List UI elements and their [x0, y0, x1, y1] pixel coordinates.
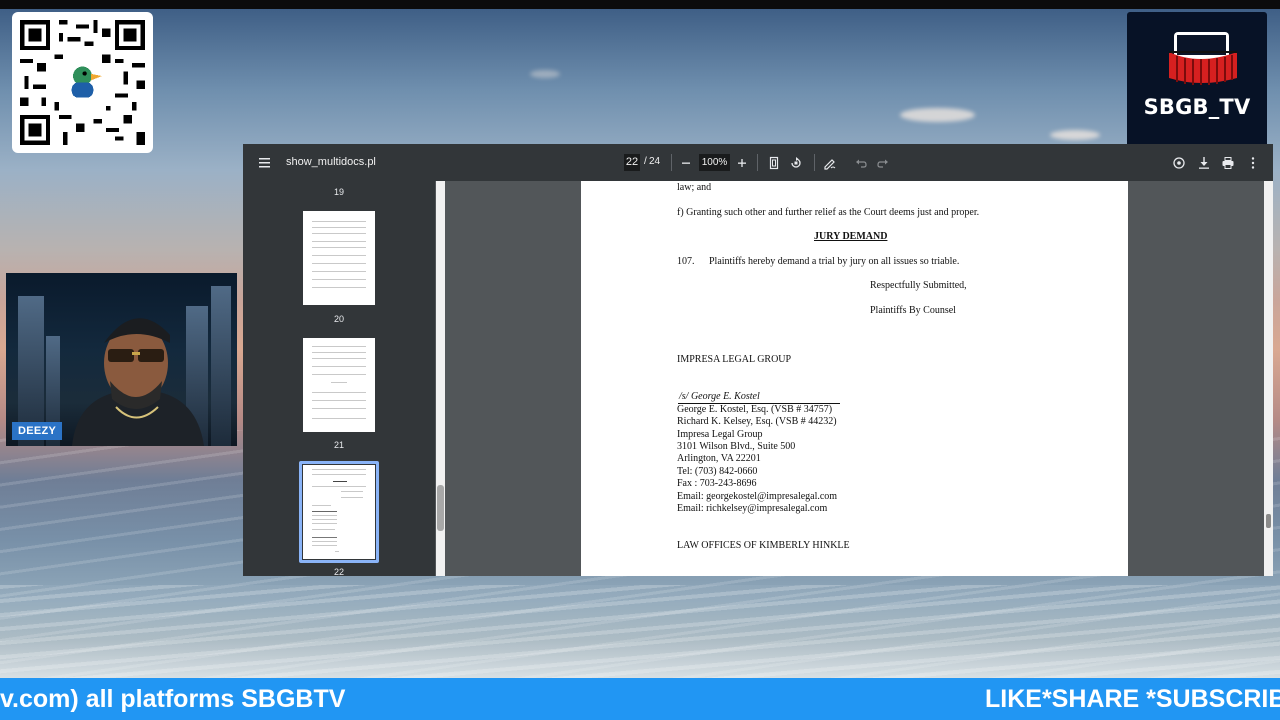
annotate-pen-icon[interactable]	[823, 156, 837, 170]
redo-icon[interactable]	[876, 156, 890, 170]
thumbnail-page-22[interactable]	[303, 465, 375, 559]
section-heading: JURY DEMAND	[814, 231, 888, 242]
zoom-in-icon[interactable]	[735, 156, 749, 170]
download-icon[interactable]	[1197, 156, 1211, 170]
document-scrollbar-handle[interactable]	[1266, 514, 1271, 528]
zoom-input[interactable]: 100%	[699, 154, 730, 171]
contact-line: Impresa Legal Group	[677, 429, 763, 440]
doc-text-line: f) Granting such other and further relie…	[677, 207, 980, 218]
thumbnail-page-21[interactable]	[303, 338, 375, 432]
toolbar-divider	[757, 154, 758, 171]
pdf-viewer-window: show_multidocs.pl 22 / 24 100% 19 20 21 …	[243, 144, 1273, 576]
streamer-person	[72, 318, 204, 446]
page-number-input[interactable]: 22	[624, 154, 640, 171]
document-title: show_multidocs.pl	[286, 156, 376, 168]
cloud	[900, 108, 975, 122]
toolbar-divider	[671, 154, 672, 171]
toolbar-divider	[814, 154, 815, 171]
rotate-icon[interactable]	[789, 156, 803, 170]
scrolling-ticker: v.com) all platforms SBGBTV LIKE*SHARE *…	[0, 678, 1280, 720]
contact-line: Email: richkelsey@impresalegal.com	[677, 503, 828, 514]
logo-text: SBGB_TV	[1143, 95, 1251, 119]
cloud	[1050, 130, 1100, 140]
total-pages: 24	[649, 156, 661, 167]
webcam-feed	[6, 273, 237, 446]
paragraph-text: Plaintiffs hereby demand a trial by jury…	[709, 256, 960, 267]
signature: /s/ George E. Kostel	[679, 391, 760, 402]
thumbnail-page-20[interactable]	[303, 211, 375, 305]
zoom-out-icon[interactable]	[679, 156, 693, 170]
document-page: law; and f) Granting such other and furt…	[581, 181, 1128, 576]
closing-line: Respectfully Submitted,	[870, 280, 967, 291]
building	[211, 286, 231, 446]
channel-logo: SBGB_TV	[1127, 12, 1267, 153]
webcam-name-tag: DEEZY	[12, 422, 63, 440]
page-separator: /	[644, 156, 647, 167]
thumbnail-label: 22	[333, 567, 344, 576]
ai-assist-icon[interactable]	[1172, 156, 1186, 170]
thumbnail-sidebar: 19 20 21 22	[243, 181, 435, 576]
qr-code	[12, 12, 153, 153]
fit-page-icon[interactable]	[767, 156, 781, 170]
surf-foam	[0, 585, 1280, 680]
contact-line: Fax : 703-243-8696	[677, 478, 757, 489]
firm-name: LAW OFFICES OF KIMBERLY HINKLE	[677, 540, 850, 551]
closing-line: Plaintiffs By Counsel	[870, 305, 956, 316]
tv-icon	[1169, 32, 1237, 85]
ticker-text-left: v.com) all platforms SBGBTV	[0, 685, 346, 713]
contact-line: George E. Kostel, Esq. (VSB # 34757)	[677, 404, 833, 415]
thumbnail-label: 20	[333, 314, 344, 324]
contact-line: Arlington, VA 22201	[677, 453, 761, 464]
paragraph-number: 107.	[677, 256, 695, 267]
contact-line: Richard K. Kelsey, Esq. (VSB # 44232)	[677, 416, 837, 427]
contact-line: Email: georgekostel@impresalegal.com	[677, 491, 838, 502]
contact-line: 3101 Wilson Blvd., Suite 500	[677, 441, 796, 452]
cloud	[530, 70, 560, 78]
firm-name: IMPRESA LEGAL GROUP	[677, 354, 792, 365]
ticker-text-right: LIKE*SHARE *SUBSCRIBE	[985, 685, 1280, 713]
doc-text-line: law; and	[677, 182, 712, 193]
more-options-icon[interactable]	[1246, 156, 1260, 170]
pdf-toolbar: show_multidocs.pl 22 / 24 100%	[243, 144, 1273, 181]
contact-line: Tel: (703) 842-0660	[677, 466, 758, 477]
thumbnail-scrollbar-handle[interactable]	[437, 485, 444, 531]
undo-icon[interactable]	[854, 156, 868, 170]
print-icon[interactable]	[1221, 156, 1235, 170]
menu-icon[interactable]	[258, 156, 272, 170]
thumbnail-label: 19	[333, 187, 344, 197]
thumbnail-label: 21	[333, 440, 344, 450]
